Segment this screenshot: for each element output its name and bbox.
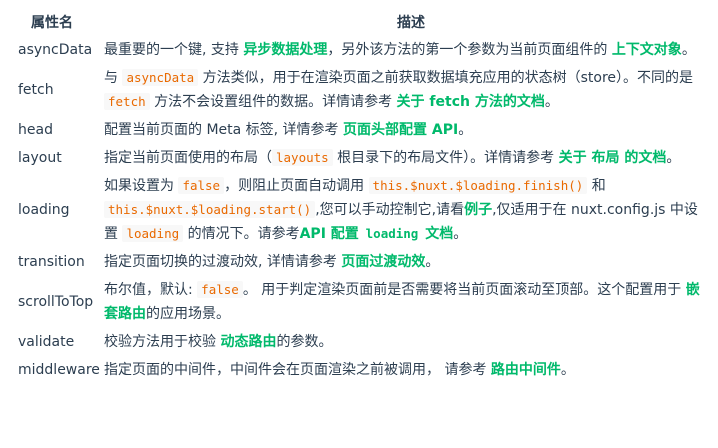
doc-link[interactable]: API 配置 bbox=[300, 226, 364, 242]
description-text: 和 bbox=[587, 178, 606, 194]
property-description: 最重要的一个键, 支持 异步数据处理，另外该方法的第一个参数为当前页面组件的 上… bbox=[104, 36, 718, 64]
table-row: middleware 指定页面的中间件，中间件会在页面渲染之前被调用， 请参考 路… bbox=[0, 356, 718, 384]
inline-code[interactable]: loading bbox=[364, 226, 421, 241]
description-text: 指定页面的中间件，中间件会在页面渲染之前被调用， 请参考 bbox=[104, 362, 491, 378]
table-row: fetch 与 asyncData 方法类似，用于在渲染页面之前获取数据填充应用的… bbox=[0, 64, 718, 116]
property-name: loading bbox=[18, 202, 70, 218]
property-description: 指定页面的中间件，中间件会在页面渲染之前被调用， 请参考 路由中间件。 bbox=[104, 356, 718, 384]
table-row: asyncData 最重要的一个键, 支持 异步数据处理，另外该方法的第一个参数为… bbox=[0, 36, 718, 64]
doc-link[interactable]: 文档 bbox=[420, 226, 453, 242]
doc-link[interactable]: 动态路由 bbox=[220, 334, 276, 350]
properties-table: 属性名 描述 asyncData 最重要的一个键, 支持 异步数据处理，另外该方法… bbox=[0, 0, 718, 384]
description-text: 方法类似，用于在渲染页面之前获取数据填充应用的状态树（store）。不同的是 bbox=[198, 70, 694, 86]
property-description: 指定当前页面使用的布局（ layouts 根目录下的布局文件）。详情请参考 关于 … bbox=[104, 144, 718, 172]
description-text: 方法不会设置组件的数据。详情请参考 bbox=[149, 94, 397, 110]
property-description: 布尔值，默认: false。 用于判定渲染页面前是否需要将当前页面滚动至顶部。这… bbox=[104, 276, 718, 328]
table-row: layout 指定当前页面使用的布局（ layouts 根目录下的布局文件）。详情请… bbox=[0, 144, 718, 172]
inline-code: false bbox=[197, 281, 243, 298]
description-text: 指定当前页面使用的布局（ bbox=[104, 150, 272, 166]
description-text: 与 bbox=[104, 70, 123, 86]
property-name: validate bbox=[18, 334, 75, 350]
description-text: 。 bbox=[666, 150, 681, 166]
property-name: transition bbox=[18, 254, 85, 270]
property-description: 指定页面切换的过渡动效, 详情请参考 页面过渡动效。 bbox=[104, 248, 718, 276]
doc-link[interactable]: 例子 bbox=[464, 202, 492, 218]
doc-link[interactable]: 页面头部配置 API bbox=[343, 122, 458, 138]
inline-code: asyncData bbox=[122, 69, 199, 86]
description-text: ，另外该方法的第一个参数为当前页面组件的 bbox=[327, 42, 612, 58]
description-text: 。 bbox=[560, 362, 575, 378]
property-name: head bbox=[18, 122, 53, 138]
doc-link[interactable]: 异步数据处理 bbox=[243, 42, 327, 58]
property-name: layout bbox=[18, 150, 62, 166]
table-row: scrollToTop 布尔值，默认: false。 用于判定渲染页面前是否需要将… bbox=[0, 276, 718, 328]
doc-link[interactable]: 关于 布局 的文档 bbox=[559, 150, 667, 166]
description-text: ,您可以手动控制它,请看 bbox=[315, 202, 465, 218]
description-text: 最重要的一个键, 支持 bbox=[104, 42, 244, 58]
inline-code: this.$nuxt.$loading.start() bbox=[104, 201, 316, 218]
description-text: 。 bbox=[544, 94, 559, 110]
description-text: 布尔值，默认: bbox=[104, 282, 198, 298]
description-text: 。 用于判定渲染页面前是否需要将当前页面滚动至顶部。这个配置用于 bbox=[242, 282, 686, 298]
doc-link[interactable]: 关于 fetch 方法的文档 bbox=[397, 94, 545, 110]
column-header-description: 描述 bbox=[397, 15, 425, 31]
description-text: ，则阻止页面自动调用 bbox=[224, 178, 369, 194]
inline-code: this.$nuxt.$loading.finish() bbox=[368, 177, 588, 194]
inline-code: false bbox=[178, 177, 225, 194]
description-text: 。 bbox=[425, 254, 440, 270]
inline-code: layouts bbox=[272, 149, 333, 166]
description-text: 的应用场景。 bbox=[146, 306, 230, 322]
property-description: 配置当前页面的 Meta 标签, 详情参考 页面头部配置 API。 bbox=[104, 116, 718, 144]
table-row: head 配置当前页面的 Meta 标签, 详情参考 页面头部配置 API。 bbox=[0, 116, 718, 144]
property-name: asyncData bbox=[18, 42, 93, 58]
inline-code: fetch bbox=[104, 93, 150, 110]
doc-link-code[interactable]: loading bbox=[364, 226, 421, 242]
property-description: 校验方法用于校验 动态路由的参数。 bbox=[104, 328, 718, 356]
doc-link[interactable]: 页面过渡动效 bbox=[341, 254, 425, 270]
description-text: 。 bbox=[453, 226, 468, 242]
table-row: validate 校验方法用于校验 动态路由的参数。 bbox=[0, 328, 718, 356]
description-text: 如果设置为 bbox=[104, 178, 179, 194]
description-text: 根目录下的布局文件）。详情请参考 bbox=[332, 150, 559, 166]
description-text: 。 bbox=[458, 122, 473, 138]
property-description: 与 asyncData 方法类似，用于在渲染页面之前获取数据填充应用的状态树（s… bbox=[104, 64, 718, 116]
description-text: 校验方法用于校验 bbox=[104, 334, 221, 350]
column-header-name: 属性名 bbox=[31, 15, 73, 31]
description-text: 的参数。 bbox=[276, 334, 333, 350]
table-row: loading 如果设置为 false ，则阻止页面自动调用 this.$nuxt.… bbox=[0, 172, 718, 248]
inline-code: loading bbox=[122, 225, 184, 242]
property-description: 如果设置为 false ，则阻止页面自动调用 this.$nuxt.$loadin… bbox=[104, 172, 718, 248]
table-header-row: 属性名 描述 bbox=[0, 0, 718, 36]
table-row: transition 指定页面切换的过渡动效, 详情请参考 页面过渡动效。 bbox=[0, 248, 718, 276]
description-text: 指定页面切换的过渡动效, 详情请参考 bbox=[104, 254, 342, 270]
property-name: scrollToTop bbox=[18, 294, 94, 310]
description-text: 的情况下。请参考 bbox=[183, 226, 300, 242]
property-name: middleware bbox=[18, 362, 100, 378]
doc-link[interactable]: 路由中间件 bbox=[491, 362, 561, 378]
property-name: fetch bbox=[18, 82, 54, 98]
description-text: 配置当前页面的 Meta 标签, 详情参考 bbox=[104, 122, 344, 138]
doc-link[interactable]: 上下文对象 bbox=[612, 42, 682, 58]
description-text: 。 bbox=[681, 42, 696, 58]
